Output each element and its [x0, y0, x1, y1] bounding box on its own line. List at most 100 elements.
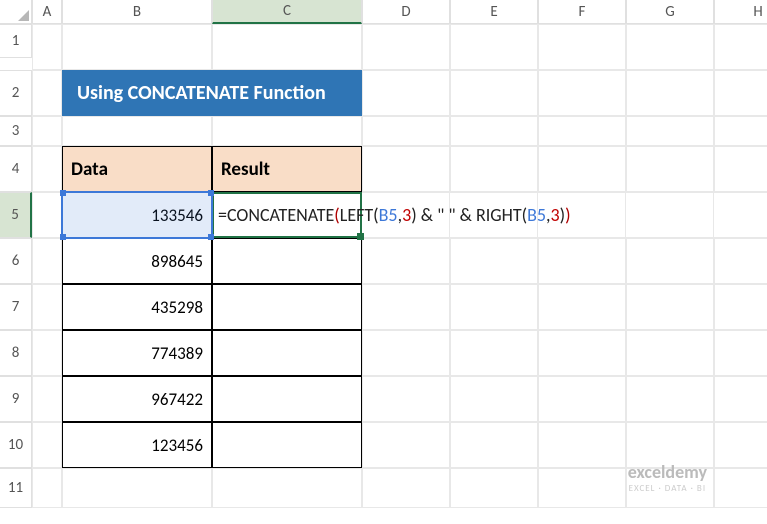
cell-D7[interactable]	[362, 284, 450, 330]
cell-F1[interactable]	[538, 24, 626, 70]
cell-C6-result[interactable]	[212, 238, 362, 284]
col-header-G[interactable]: G	[626, 0, 714, 24]
cell-F9[interactable]	[538, 376, 626, 422]
cell-H11[interactable]	[714, 468, 767, 508]
cell-B10-data[interactable]: 123456	[62, 422, 212, 468]
cell-B5-data[interactable]: 133546	[62, 192, 212, 238]
cell-F11[interactable]	[538, 468, 626, 508]
cell-A4[interactable]	[32, 146, 62, 192]
cell-F6[interactable]	[538, 238, 626, 284]
cell-G2[interactable]	[626, 70, 714, 116]
cell-D3[interactable]	[362, 116, 450, 146]
cell-D9[interactable]	[362, 376, 450, 422]
cell-B7-data[interactable]: 435298	[62, 284, 212, 330]
cell-D4[interactable]	[362, 146, 450, 192]
cell-G10[interactable]	[626, 422, 714, 468]
cell-A10[interactable]	[32, 422, 62, 468]
cell-G4[interactable]	[626, 146, 714, 192]
row-header-3[interactable]: 3	[0, 116, 32, 146]
cell-H1[interactable]	[714, 24, 767, 70]
cell-D10[interactable]	[362, 422, 450, 468]
cell-F2[interactable]	[538, 70, 626, 116]
row-header-10[interactable]: 10	[0, 422, 32, 468]
cell-B11[interactable]	[62, 468, 212, 508]
cell-F4[interactable]	[538, 146, 626, 192]
cell-B9-data[interactable]: 967422	[62, 376, 212, 422]
row-header-2[interactable]: 2	[0, 70, 32, 116]
select-all-corner[interactable]	[0, 0, 32, 24]
cell-C5-editing[interactable]: =CONCATENATE(LEFT(B5,3) & " " & RIGHT(B5…	[212, 192, 362, 238]
cell-E3[interactable]	[450, 116, 538, 146]
cell-C11[interactable]	[212, 468, 362, 508]
cell-E6[interactable]	[450, 238, 538, 284]
cell-H10[interactable]	[714, 422, 767, 468]
row-header-6[interactable]: 6	[0, 238, 32, 284]
cell-E8[interactable]	[450, 330, 538, 376]
cell-H2[interactable]	[714, 70, 767, 116]
col-header-D[interactable]: D	[362, 0, 450, 24]
cell-C8-result[interactable]	[212, 330, 362, 376]
row-header-4[interactable]: 4	[0, 146, 32, 192]
cell-B8-data[interactable]: 774389	[62, 330, 212, 376]
cell-H4[interactable]	[714, 146, 767, 192]
cell-A5[interactable]	[32, 192, 62, 238]
cell-C1[interactable]	[212, 24, 362, 70]
cell-E4[interactable]	[450, 146, 538, 192]
row-header-8[interactable]: 8	[0, 330, 32, 376]
col-header-B[interactable]: B	[62, 0, 212, 24]
fill-handle[interactable]	[357, 233, 364, 240]
cell-E2[interactable]	[450, 70, 538, 116]
cell-G7[interactable]	[626, 284, 714, 330]
cell-E9[interactable]	[450, 376, 538, 422]
cell-D6[interactable]	[362, 238, 450, 284]
cell-A8[interactable]	[32, 330, 62, 376]
col-header-E[interactable]: E	[450, 0, 538, 24]
cell-H5[interactable]	[714, 192, 767, 238]
cell-E7[interactable]	[450, 284, 538, 330]
cell-A1[interactable]	[32, 24, 62, 70]
col-header-C[interactable]: C	[212, 0, 362, 24]
col-header-A[interactable]: A	[32, 0, 62, 24]
cell-H3[interactable]	[714, 116, 767, 146]
cell-A11[interactable]	[32, 468, 62, 508]
cell-H7[interactable]	[714, 284, 767, 330]
cell-H8[interactable]	[714, 330, 767, 376]
row-header-11[interactable]: 11	[0, 468, 32, 508]
row-header-7[interactable]: 7	[0, 284, 32, 330]
cell-G6[interactable]	[626, 238, 714, 284]
cell-C3[interactable]	[212, 116, 362, 146]
cell-D2[interactable]	[362, 70, 450, 116]
cell-C7-result[interactable]	[212, 284, 362, 330]
cell-D8[interactable]	[362, 330, 450, 376]
row-header-1[interactable]: 1	[0, 24, 32, 58]
cell-C10-result[interactable]	[212, 422, 362, 468]
cell-A9[interactable]	[32, 376, 62, 422]
cell-G11[interactable]	[626, 468, 714, 508]
cell-F8[interactable]	[538, 330, 626, 376]
row-header-5[interactable]: 5	[0, 192, 32, 238]
cell-G1[interactable]	[626, 24, 714, 70]
cell-E11[interactable]	[450, 468, 538, 508]
cell-A2[interactable]	[32, 70, 62, 116]
cell-E10[interactable]	[450, 422, 538, 468]
cell-E1[interactable]	[450, 24, 538, 70]
cell-H9[interactable]	[714, 376, 767, 422]
cell-B3[interactable]	[62, 116, 212, 146]
col-header-F[interactable]: F	[538, 0, 626, 24]
cell-F10[interactable]	[538, 422, 626, 468]
cell-A7[interactable]	[32, 284, 62, 330]
cell-G8[interactable]	[626, 330, 714, 376]
cell-D1[interactable]	[362, 24, 450, 70]
header-result[interactable]: Result	[212, 146, 362, 192]
cell-G5[interactable]	[626, 192, 714, 238]
cell-F7[interactable]	[538, 284, 626, 330]
cell-G3[interactable]	[626, 116, 714, 146]
cell-A3[interactable]	[32, 116, 62, 146]
cell-C9-result[interactable]	[212, 376, 362, 422]
cell-G9[interactable]	[626, 376, 714, 422]
header-data[interactable]: Data	[62, 146, 212, 192]
col-header-H[interactable]: H	[714, 0, 767, 24]
cell-B1[interactable]	[62, 24, 212, 70]
cell-A6[interactable]	[32, 238, 62, 284]
cell-B6-data[interactable]: 898645	[62, 238, 212, 284]
